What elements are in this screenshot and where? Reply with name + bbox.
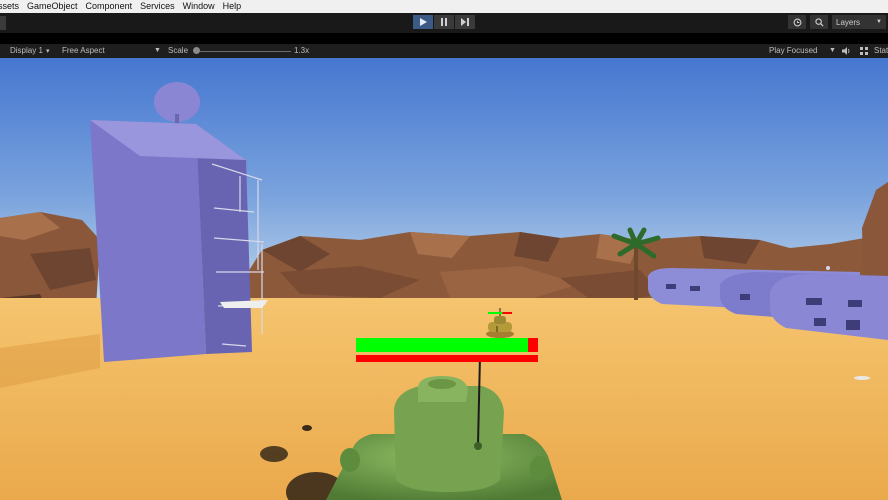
search-icon [814,17,824,27]
pause-icon [441,18,447,26]
history-button[interactable] [788,15,806,29]
layers-label: Layers [836,17,861,27]
aspect-chevron-icon: ▼ [154,47,161,54]
game-scene [0,58,888,500]
play-focused-chevron-icon: ▼ [829,47,836,54]
game-viewport[interactable] [0,58,888,500]
history-icon [793,18,801,26]
play-button[interactable] [413,15,433,29]
gizmos-grid-icon[interactable] [860,47,868,55]
enemy-health-fill [488,312,503,314]
menu-window[interactable]: Window [183,0,215,13]
scale-label: Scale [168,46,189,55]
player-damage-bar [356,355,538,362]
player-health-bar [356,338,538,352]
play-focused-dropdown[interactable]: Play Focused [769,46,817,55]
menu-help[interactable]: Help [223,0,242,13]
step-button[interactable] [455,15,475,29]
main-toolbar: Layers ▼ [0,13,888,33]
step-icon [461,18,469,26]
layers-dropdown[interactable]: Layers ▼ [832,15,886,29]
chevron-down-icon: ▼ [876,19,882,25]
play-icon [420,18,427,26]
display-chevron-icon: ▾ [46,48,50,55]
toolbar-right: Layers ▼ [788,15,888,29]
search-button[interactable] [810,15,828,29]
menu-gameobject[interactable]: GameObject [27,0,78,13]
scale-slider-track[interactable] [199,51,291,52]
player-health-fill [356,338,528,352]
menu-services[interactable]: Services [140,0,175,13]
stats-button[interactable]: Stat [874,46,888,55]
game-view-toolbar: Display 1 ▾ Free Aspect ▼ Scale 1.3x Pla… [0,44,888,58]
aspect-dropdown[interactable]: Free Aspect [62,46,105,55]
toolbar-left-button[interactable] [0,16,6,30]
menu-assets[interactable]: ssets [0,0,19,13]
menu-bar: ssets GameObject Component Services Wind… [0,0,888,13]
menu-component[interactable]: Component [86,0,133,13]
scale-slider-handle[interactable] [193,47,200,54]
play-controls [413,15,476,29]
display-dropdown[interactable]: Display 1 [10,46,43,55]
scale-value: 1.3x [294,46,310,55]
pause-button[interactable] [434,15,454,29]
speaker-icon[interactable] [842,47,851,55]
